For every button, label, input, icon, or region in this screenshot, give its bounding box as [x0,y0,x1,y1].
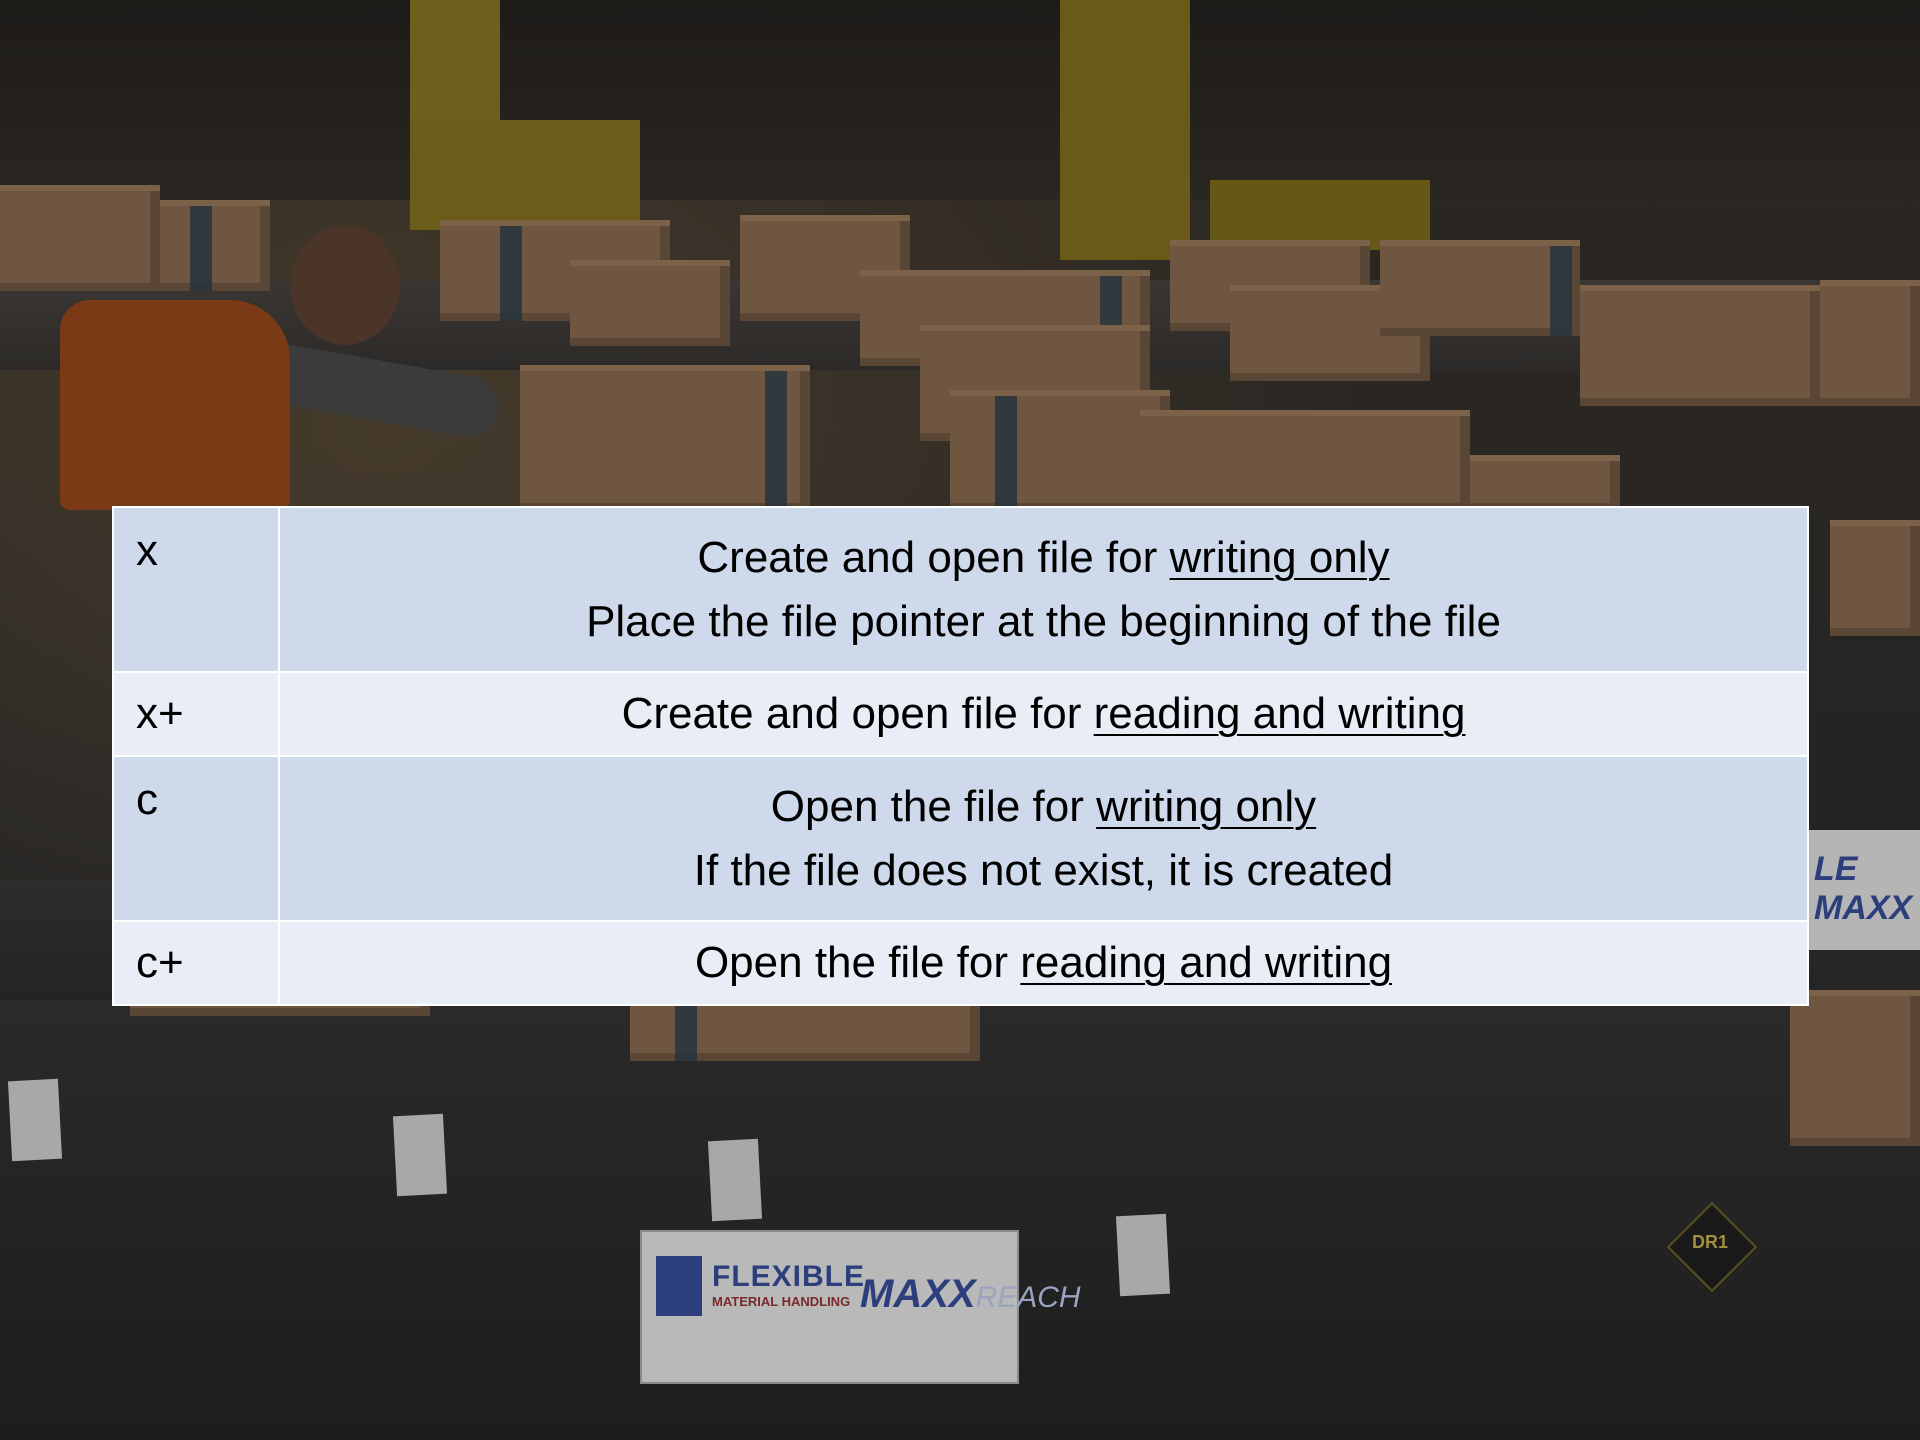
package-box [1380,240,1580,336]
mode-cell: x+ [112,671,280,757]
table-row: x+ Create and open file for reading and … [112,671,1809,757]
package-box [1820,280,1920,406]
table-row: c Open the file for writing only If the … [112,755,1809,922]
package-box [950,390,1170,511]
description-emphasis: reading and writing [1093,689,1466,738]
slide: FLEXIBLE MATERIAL HANDLING MAXXREACH LE … [0,0,1920,1440]
sign-right-text: LE MAXX [1814,850,1913,927]
table-row: x Create and open file for writing only … [112,506,1809,673]
package-box [1790,990,1920,1146]
description-cell: Create and open file for writing only Pl… [278,506,1809,673]
table-row: c+ Open the file for reading and writing [112,920,1809,1006]
flexible-logo-icon [656,1256,702,1316]
package-box [1830,520,1920,636]
description-cell: Open the file for reading and writing [278,920,1809,1006]
description-text: Create and open file for [621,689,1094,738]
sign-brand-bold: MAXX [860,1272,976,1316]
package-box [160,200,270,291]
package-box [1470,455,1620,511]
mode-cell: x [112,506,280,673]
package-box [570,260,730,346]
description-text: Open the file for [770,781,1097,831]
worker-vest [60,300,290,510]
description-emphasis: writing only [1096,781,1317,831]
description-line: Create and open file for reading and wri… [280,682,1807,746]
mode-cell: c [112,755,280,922]
yellow-equipment [410,120,640,230]
description-line: If the file does not exist, it is create… [693,845,1394,895]
dr-tag-label: DR1 [1692,1232,1729,1252]
description-cell: Open the file for writing only If the fi… [278,755,1809,922]
conveyor-sign: FLEXIBLE MATERIAL HANDLING MAXXREACH [640,1230,1081,1384]
conveyor-sign-right: LE MAXX [1808,830,1920,950]
description-line: Create and open file for writing only [280,526,1807,590]
description-line: Place the file pointer at the beginning … [586,596,1501,646]
package-box [1140,410,1470,511]
warehouse-ceiling [0,0,1920,200]
paper-note [7,1078,63,1162]
paper-note [707,1138,763,1222]
package-box [520,365,810,511]
description-text: Create and open file for [697,532,1170,582]
paper-note [1115,1213,1171,1297]
description-cell: Create and open file for reading and wri… [278,671,1809,757]
worker-head [290,225,400,345]
description-emphasis: reading and writing [1020,938,1393,987]
sign-brand-light: REACH [975,1281,1081,1314]
mode-cell: c+ [112,920,280,1006]
paper-note [392,1113,448,1197]
description-line: Open the file for reading and writing [280,931,1807,995]
package-box [1580,285,1820,406]
description-emphasis: writing only [1169,532,1390,582]
description-text: Open the file for [694,938,1021,987]
sign-brand: MAXXREACH [860,1272,1081,1317]
file-mode-table: x Create and open file for writing only … [112,506,1809,1006]
sign-sub-text: MATERIAL HANDLING [712,1294,851,1309]
description-line: Open the file for writing only [280,775,1807,839]
sign-main-text: FLEXIBLE [712,1260,866,1293]
yellow-equipment [1060,0,1190,260]
package-box [0,185,160,291]
